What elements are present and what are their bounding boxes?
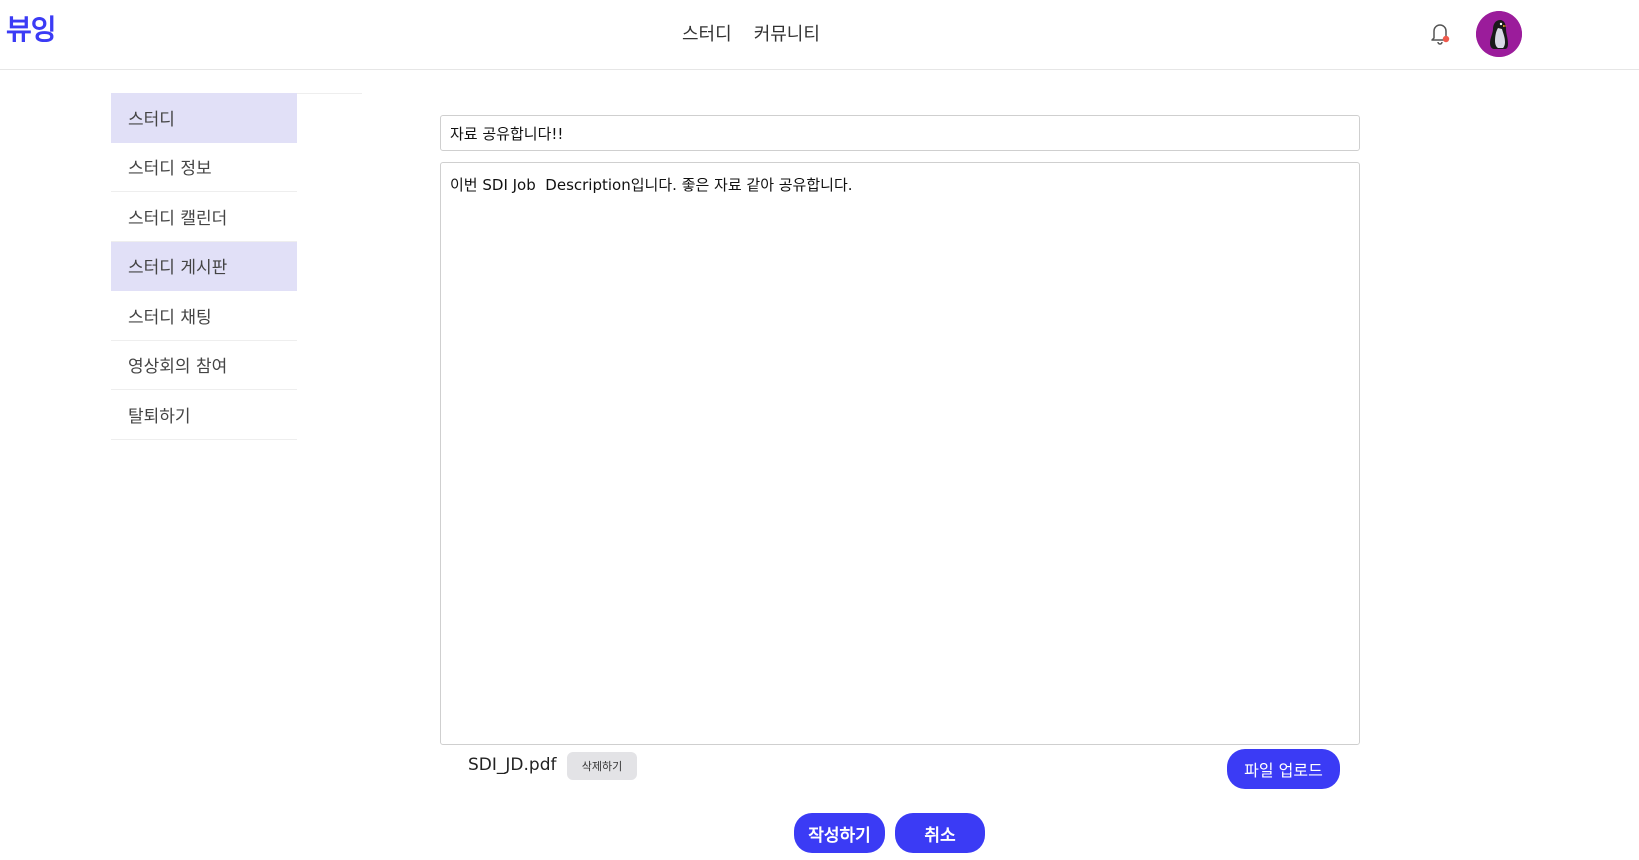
sidebar-item-study-calendar[interactable]: 스터디 캘린더 [111,192,297,242]
top-header: 뷰잉 스터디 커뮤니티 [0,0,1639,70]
penguin-icon [1476,11,1522,57]
post-title-input[interactable] [440,115,1360,151]
bell-icon[interactable] [1428,20,1452,46]
sidebar-item-study-chat[interactable]: 스터디 채팅 [111,291,297,341]
nav-item-study[interactable]: 스터디 [682,20,732,46]
app-logo[interactable]: 뷰잉 [6,8,57,48]
sidebar-item-video-meeting[interactable]: 영상회의 참여 [111,341,297,390]
delete-file-button[interactable]: 삭제하기 [567,752,637,780]
cancel-button[interactable]: 취소 [895,813,985,853]
sidebar-item-leave[interactable]: 탈퇴하기 [111,390,297,440]
nav-item-community[interactable]: 커뮤니티 [754,20,820,46]
post-body-textarea[interactable]: 이번 SDI Job Description입니다. 좋은 자료 같아 공유합니… [440,162,1360,745]
sidebar-item-study-info[interactable]: 스터디 정보 [111,143,297,192]
sidebar-item-study[interactable]: 스터디 [111,93,297,143]
sidebar-divider [296,93,362,94]
sidebar: 스터디 스터디 정보 스터디 캘린더 스터디 게시판 스터디 채팅 영상회의 참… [111,93,297,440]
main-nav: 스터디 커뮤니티 [682,20,820,46]
attached-file-name: SDI_JD.pdf [468,755,557,775]
user-avatar[interactable] [1476,11,1522,57]
submit-button[interactable]: 작성하기 [794,813,885,853]
file-upload-button[interactable]: 파일 업로드 [1227,749,1340,789]
sidebar-item-study-board[interactable]: 스터디 게시판 [111,241,297,291]
